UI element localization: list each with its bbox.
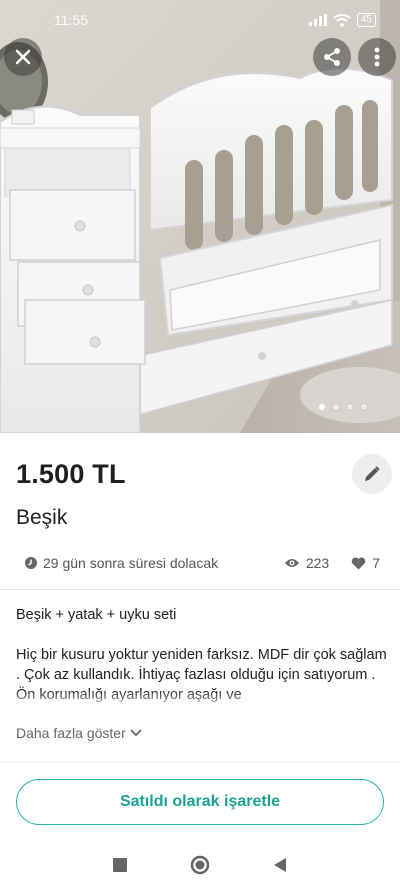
mark-as-sold-button[interactable]: Satıldı olarak işaretle: [16, 779, 384, 825]
carousel-dot[interactable]: [318, 403, 326, 411]
stats: 223 7: [284, 555, 380, 571]
recents-button[interactable]: [108, 853, 132, 877]
divider: [0, 589, 400, 590]
status-bar: 11:55 45: [0, 0, 400, 40]
chevron-down-icon: [130, 729, 142, 737]
show-more-label: Daha fazla göster: [16, 725, 126, 741]
close-icon: [15, 49, 31, 65]
description-line: Beşik + yatak + uyku seti: [16, 607, 177, 623]
likes-count: 7: [372, 555, 380, 571]
listing-title: Beşik: [16, 506, 68, 529]
carousel-dot[interactable]: [332, 403, 340, 411]
carousel-dot[interactable]: [360, 403, 368, 411]
pencil-icon: [365, 466, 380, 481]
eye-icon: [284, 559, 299, 567]
description-fade: [0, 690, 400, 712]
more-vert-icon: [374, 47, 380, 67]
home-button[interactable]: [188, 853, 212, 877]
signal-icon: [308, 14, 327, 26]
heart-icon: [351, 557, 366, 569]
status-indicators: 45: [308, 13, 376, 27]
more-options-button[interactable]: [358, 38, 396, 76]
expiry-info: 29 gün sonra süresi dolacak: [24, 555, 218, 571]
share-button[interactable]: [313, 38, 351, 76]
system-nav-bar: [0, 842, 400, 888]
expiry-text: 29 gün sonra süresi dolacak: [43, 555, 219, 571]
views-stat: 223: [284, 555, 329, 571]
square-icon: [113, 858, 127, 872]
listing-price: 1.500 TL: [16, 458, 126, 489]
battery-icon: 45: [356, 13, 376, 27]
divider: [0, 762, 400, 763]
carousel-dot[interactable]: [346, 403, 354, 411]
clock-icon: [25, 557, 37, 569]
listing-meta: 29 gün sonra süresi dolacak 223 7: [24, 553, 380, 573]
carousel-indicator: [318, 403, 368, 411]
share-icon: [324, 48, 340, 66]
edit-button[interactable]: [352, 454, 392, 494]
show-more-link[interactable]: Daha fazla göster: [16, 725, 142, 741]
views-count: 223: [305, 555, 330, 571]
triangle-back-icon: [274, 858, 286, 872]
price-row: 1.500 TL: [16, 452, 392, 496]
wifi-icon: [333, 13, 351, 27]
likes-stat: 7: [351, 555, 380, 571]
close-button[interactable]: [4, 38, 42, 76]
back-button[interactable]: [268, 853, 292, 877]
circle-icon: [190, 855, 210, 875]
status-time: 11:55: [54, 12, 88, 28]
